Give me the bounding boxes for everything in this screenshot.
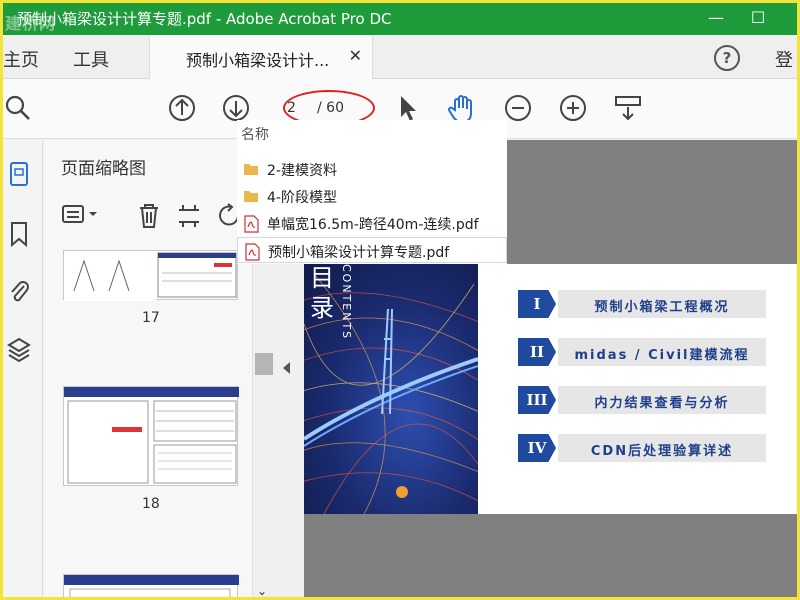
window-title: 预制小箱梁设计计算专题.pdf - Adobe Acrobat Pro DC (17, 10, 392, 28)
file-list-item[interactable]: 单幅宽16.5m-跨径40m-连续.pdf (237, 210, 507, 236)
cover-contents-label: CONTENTS (340, 264, 353, 341)
tab-document-label: 预制小箱梁设计计... (186, 51, 330, 70)
toc-item: II midas / Civil建模流程 (518, 338, 768, 366)
menu-home[interactable]: 主页 (3, 46, 39, 72)
panel-toolbar (58, 202, 248, 232)
toc-item-text: 预制小箱梁工程概况 (594, 300, 730, 315)
login-link[interactable]: 登 (775, 46, 793, 72)
close-tab-button[interactable]: ✕ (349, 46, 362, 65)
file-list-item[interactable]: 4-阶段模型 (237, 183, 507, 209)
tab-bar: 主页 工具 预制小箱梁设计计... ✕ ? 登 (3, 35, 797, 79)
file-list-item-label: 预制小箱梁设计计算专题.pdf (268, 245, 450, 261)
zoom-out-icon[interactable] (503, 93, 533, 123)
menu-tools[interactable]: 工具 (73, 46, 109, 72)
attachment-icon[interactable] (7, 278, 31, 306)
thumbnail-panel: 页面缩略图 17 18 (44, 140, 252, 597)
page-thumbnails-icon[interactable] (7, 160, 31, 188)
collapse-panel-icon[interactable] (283, 362, 290, 374)
file-list-item-label: 2-建模资料 (267, 163, 337, 179)
toc-number-badge: I (518, 290, 556, 318)
scrollbar-thumb[interactable] (255, 353, 273, 375)
toc-item-text: midas / Civil建模流程 (574, 348, 750, 363)
toc-item: IV CDN后处理验算详述 (518, 434, 768, 462)
panel-title: 页面缩略图 (61, 159, 146, 179)
file-list-item[interactable]: 2-建模资料 (237, 156, 507, 182)
minimize-button[interactable]: — (703, 5, 729, 31)
bookmark-icon[interactable] (7, 220, 31, 248)
toc-item: III 内力结果查看与分析 (518, 386, 768, 414)
previous-page-icon[interactable] (167, 93, 197, 123)
toc-item: I 预制小箱梁工程概况 (518, 290, 768, 318)
page-thumbnail[interactable] (63, 386, 239, 486)
delete-icon[interactable] (136, 202, 162, 230)
thumbnail-scrollbar[interactable]: ⌄ (252, 243, 274, 597)
toc-item-text: CDN后处理验算详述 (590, 444, 734, 459)
pdf-file-icon (244, 215, 259, 233)
file-list-item-label: 单幅宽16.5m-跨径40m-连续.pdf (267, 217, 479, 233)
toc-number-badge: II (518, 338, 556, 366)
title-bar: 建桥网 预制小箱梁设计计算专题.pdf - Adobe Acrobat Pro … (3, 3, 797, 35)
app-window: 建桥网 预制小箱梁设计计算专题.pdf - Adobe Acrobat Pro … (0, 0, 800, 600)
toc-item-text: 内力结果查看与分析 (594, 396, 730, 411)
maximize-button[interactable]: ☐ (745, 5, 771, 31)
cover-title-bottom: 录 (310, 294, 334, 322)
thumbnail-page-number: 18 (142, 496, 160, 512)
document-page: 目 录 CONTENTS I 预制小箱梁工程概况 II midas / Civi… (304, 264, 797, 514)
zoom-in-icon[interactable] (558, 93, 588, 123)
tab-document[interactable]: 预制小箱梁设计计... ✕ (149, 35, 373, 79)
layers-icon[interactable] (7, 336, 31, 364)
chevron-down-icon[interactable]: ⌄ (257, 584, 267, 597)
folder-icon (244, 191, 258, 202)
file-list-item-label: 4-阶段模型 (267, 190, 337, 206)
extract-page-icon[interactable] (176, 202, 202, 230)
toc-number-badge: III (518, 386, 556, 414)
page-thumbnail[interactable] (63, 574, 239, 597)
folder-icon (244, 164, 258, 175)
thumbnail-page-number: 17 (142, 310, 160, 326)
select-cursor-icon[interactable] (397, 93, 419, 123)
scroll-mode-icon[interactable] (613, 93, 643, 123)
file-list-popup: 名称 2-建模资料 4-阶段模型 单幅宽16.5m-跨径40m-连续.pdf 预… (237, 120, 507, 264)
pdf-file-icon (245, 243, 260, 261)
file-list-item-selected[interactable]: 预制小箱梁设计计算专题.pdf (237, 237, 507, 263)
options-menu-icon[interactable] (58, 202, 102, 228)
page-thumbnail[interactable] (63, 250, 238, 301)
left-rail (3, 140, 43, 597)
file-list-header: 名称 (241, 127, 269, 143)
cover-image: 目 录 CONTENTS (304, 264, 478, 514)
next-page-icon[interactable] (221, 93, 251, 123)
help-icon[interactable]: ? (714, 45, 740, 71)
toc-number-badge: IV (518, 434, 556, 462)
search-icon[interactable] (5, 93, 33, 123)
